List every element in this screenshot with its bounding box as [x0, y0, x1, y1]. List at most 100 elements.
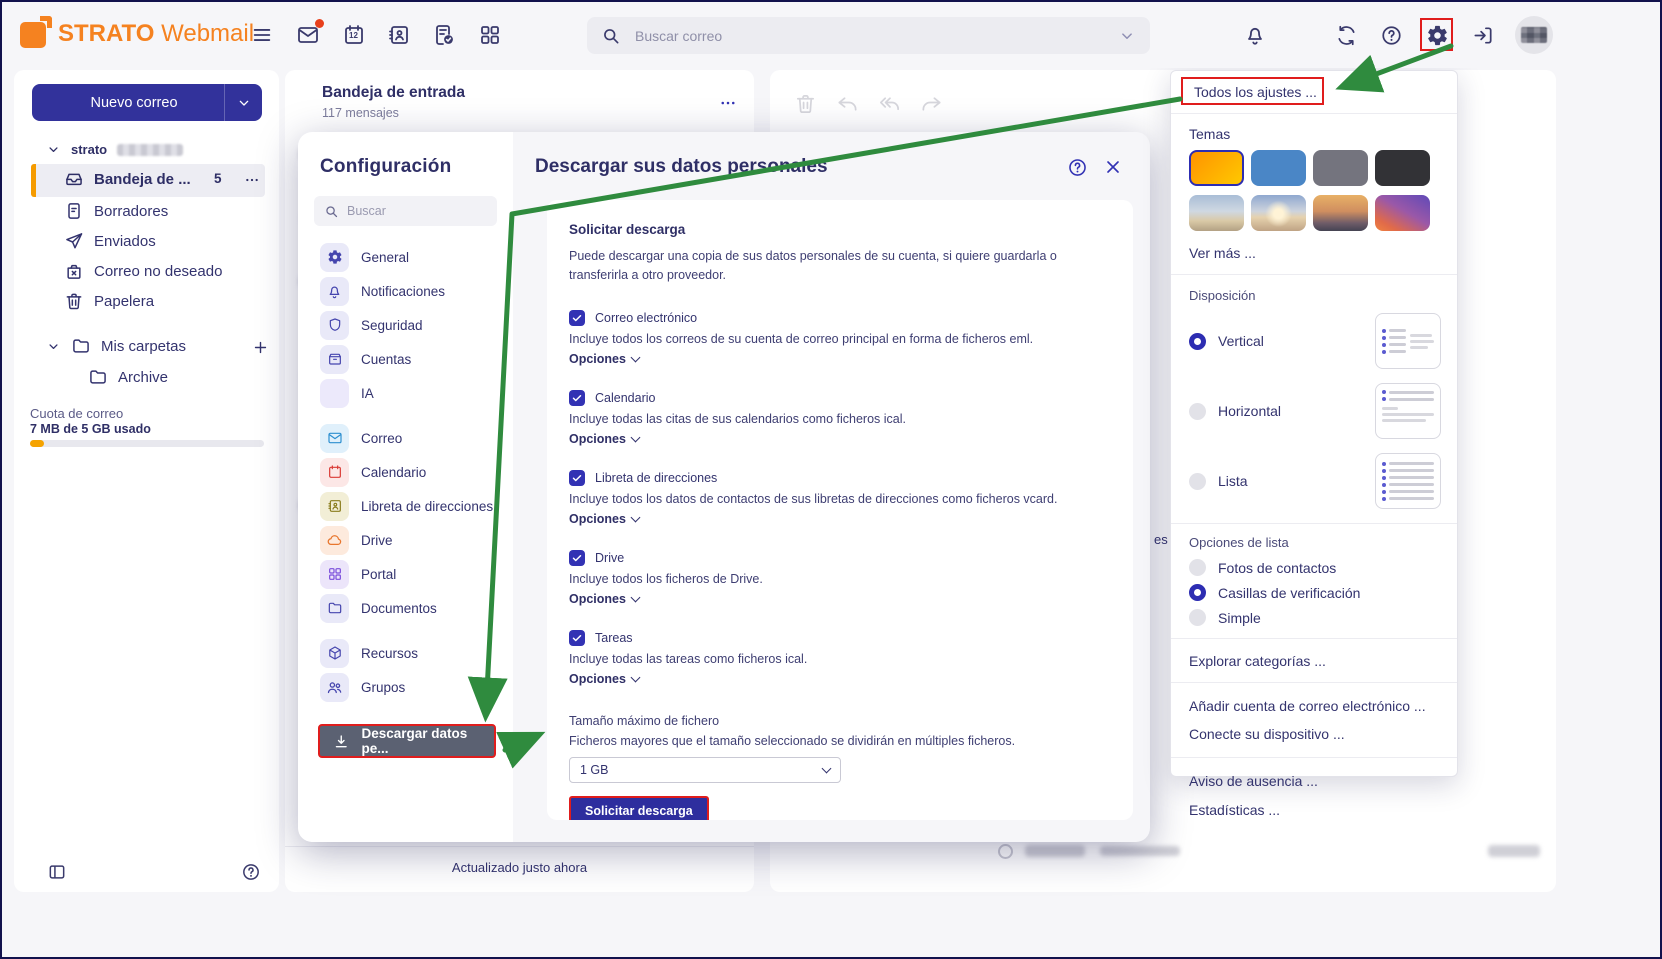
explore-categories-link[interactable]: Explorar categorías ...: [1171, 639, 1457, 682]
layout-option-vertical[interactable]: Vertical: [1171, 313, 1457, 369]
add-mail-account-link[interactable]: Añadir cuenta de correo electrónico ...: [1171, 683, 1457, 721]
settings-search-input[interactable]: Buscar: [347, 204, 386, 218]
vacation-notice-link[interactable]: Aviso de ausencia ...: [1171, 758, 1457, 796]
theme-photo-mountains[interactable]: [1189, 195, 1244, 231]
max-size-select[interactable]: 1 GB: [569, 757, 841, 783]
all-settings-link[interactable]: Todos los ajustes ...: [1171, 71, 1457, 113]
request-download-button[interactable]: Solicitar descarga: [569, 796, 709, 820]
settings-search[interactable]: Buscar: [314, 196, 497, 226]
settings-nav-mail[interactable]: Correo: [298, 421, 513, 455]
sidebar-help-icon[interactable]: [240, 861, 262, 883]
modal-close-icon[interactable]: [1100, 154, 1126, 180]
sidebar-item-drafts[interactable]: Borradores: [64, 201, 168, 221]
new-mail-button[interactable]: Nuevo correo: [32, 84, 262, 121]
settings-gear-icon[interactable]: [1424, 22, 1450, 48]
forward-icon[interactable]: [920, 92, 943, 115]
layout-option-list[interactable]: Lista: [1171, 453, 1457, 523]
sidebar-item-archive[interactable]: Archive: [88, 367, 168, 387]
themes-see-more-link[interactable]: Ver más ...: [1189, 245, 1439, 274]
radio-unselected[interactable]: [1189, 609, 1206, 626]
sidebar-item-spam[interactable]: Correo no deseado: [64, 261, 222, 281]
theme-swatch-blue[interactable]: [1251, 150, 1306, 186]
settings-nav-documents[interactable]: Documentos: [298, 591, 513, 625]
tasks-app-icon[interactable]: [431, 22, 457, 48]
checkbox-drive[interactable]: [569, 550, 585, 566]
list-option-simple[interactable]: Simple: [1171, 609, 1457, 626]
list-refresh-status[interactable]: Actualizado justo ahora: [285, 860, 754, 875]
options-toggle[interactable]: Opciones: [569, 592, 1111, 606]
theme-photo-beach[interactable]: [1251, 195, 1306, 231]
settings-nav-portal[interactable]: Portal: [298, 557, 513, 591]
contacts-app-icon[interactable]: [386, 22, 412, 48]
new-mail-label: Nuevo correo: [90, 95, 177, 111]
options-toggle[interactable]: Opciones: [569, 672, 1111, 686]
sidebar-item-trash[interactable]: Papelera: [64, 291, 154, 311]
account-name-redacted: [117, 144, 183, 156]
help-icon[interactable]: [1378, 22, 1404, 48]
checkbox-addressbook[interactable]: [569, 470, 585, 486]
inbox-unread-count: 5: [214, 171, 222, 186]
search-chevron-down-icon[interactable]: [1118, 27, 1136, 45]
checkbox-tasks[interactable]: [569, 630, 585, 646]
layout-option-horizontal[interactable]: Horizontal: [1171, 383, 1457, 439]
add-folder-plus-icon[interactable]: [250, 337, 270, 357]
list-option-checkboxes[interactable]: Casillas de verificación: [1171, 584, 1457, 601]
settings-nav-calendar[interactable]: Calendario: [298, 455, 513, 489]
mail-icon: [320, 424, 349, 453]
settings-nav-addressbook[interactable]: Libreta de direcciones: [298, 489, 513, 523]
settings-nav-download-personal-data[interactable]: Descargar datos pe...: [318, 724, 496, 758]
settings-nav-drive[interactable]: Drive: [298, 523, 513, 557]
list-option-contact-photos[interactable]: Fotos de contactos: [1171, 559, 1457, 576]
statistics-link[interactable]: Estadísticas ...: [1171, 796, 1457, 834]
sidebar-item-sent[interactable]: Enviados: [64, 231, 156, 251]
sidebar-item-my-folders[interactable]: Mis carpetas: [46, 336, 186, 356]
checkbox-email[interactable]: [569, 310, 585, 326]
reply-icon[interactable]: [836, 92, 859, 115]
settings-nav-security[interactable]: Seguridad: [298, 308, 513, 342]
theme-swatch-orange-selected[interactable]: [1189, 150, 1244, 186]
settings-nav-ai[interactable]: IA: [298, 376, 513, 410]
settings-nav-accounts[interactable]: Cuentas: [298, 342, 513, 376]
mail-app-icon[interactable]: [295, 22, 321, 48]
radio-unselected[interactable]: [1189, 473, 1206, 490]
collapse-sidebar-icon[interactable]: [46, 861, 68, 883]
radio-selected[interactable]: [1189, 584, 1206, 601]
new-mail-split-chevron[interactable]: [224, 84, 262, 121]
search-input[interactable]: Buscar correo: [635, 28, 1118, 44]
bell-icon[interactable]: [1242, 22, 1268, 48]
ai-sparkle-icon[interactable]: [1287, 22, 1313, 48]
options-toggle[interactable]: Opciones: [569, 512, 1111, 526]
options-toggle[interactable]: Opciones: [569, 432, 1111, 446]
avatar[interactable]: [1515, 16, 1553, 54]
menu-icon[interactable]: [250, 23, 274, 47]
sync-icon[interactable]: [1333, 22, 1359, 48]
search-bar[interactable]: Buscar correo: [587, 17, 1150, 54]
settings-nav-notifications[interactable]: Notificaciones: [298, 274, 513, 308]
settings-modal-content: Descargar sus datos personales Solicitar…: [513, 132, 1150, 842]
radio-selected[interactable]: [1189, 333, 1206, 350]
settings-nav-general[interactable]: General: [298, 240, 513, 274]
options-toggle[interactable]: Opciones: [569, 352, 1111, 366]
inbox-more-icon[interactable]: [242, 170, 262, 190]
theme-photo-city[interactable]: [1313, 195, 1368, 231]
people-icon: [320, 673, 349, 702]
account-row[interactable]: strato: [46, 142, 183, 157]
theme-swatch-grey[interactable]: [1313, 150, 1368, 186]
sidebar-item-inbox[interactable]: Bandeja de ...: [64, 169, 191, 189]
connect-device-link[interactable]: Conecte su dispositivo ...: [1171, 721, 1457, 757]
checkbox-calendar[interactable]: [569, 390, 585, 406]
settings-nav-groups[interactable]: Grupos: [298, 670, 513, 704]
gear-icon: [320, 243, 349, 272]
calendar-app-icon[interactable]: 12: [341, 22, 367, 48]
theme-photo-sunset[interactable]: [1375, 195, 1430, 231]
radio-unselected[interactable]: [1189, 403, 1206, 420]
apps-grid-icon[interactable]: [477, 22, 503, 48]
logout-icon[interactable]: [1470, 22, 1496, 48]
settings-nav-resources[interactable]: Recursos: [298, 636, 513, 670]
reply-all-icon[interactable]: [878, 92, 901, 115]
radio-unselected[interactable]: [1189, 559, 1206, 576]
modal-help-icon[interactable]: [1064, 154, 1090, 180]
delete-mail-icon[interactable]: [794, 92, 817, 115]
list-more-icon[interactable]: [717, 92, 739, 114]
theme-swatch-dark[interactable]: [1375, 150, 1430, 186]
